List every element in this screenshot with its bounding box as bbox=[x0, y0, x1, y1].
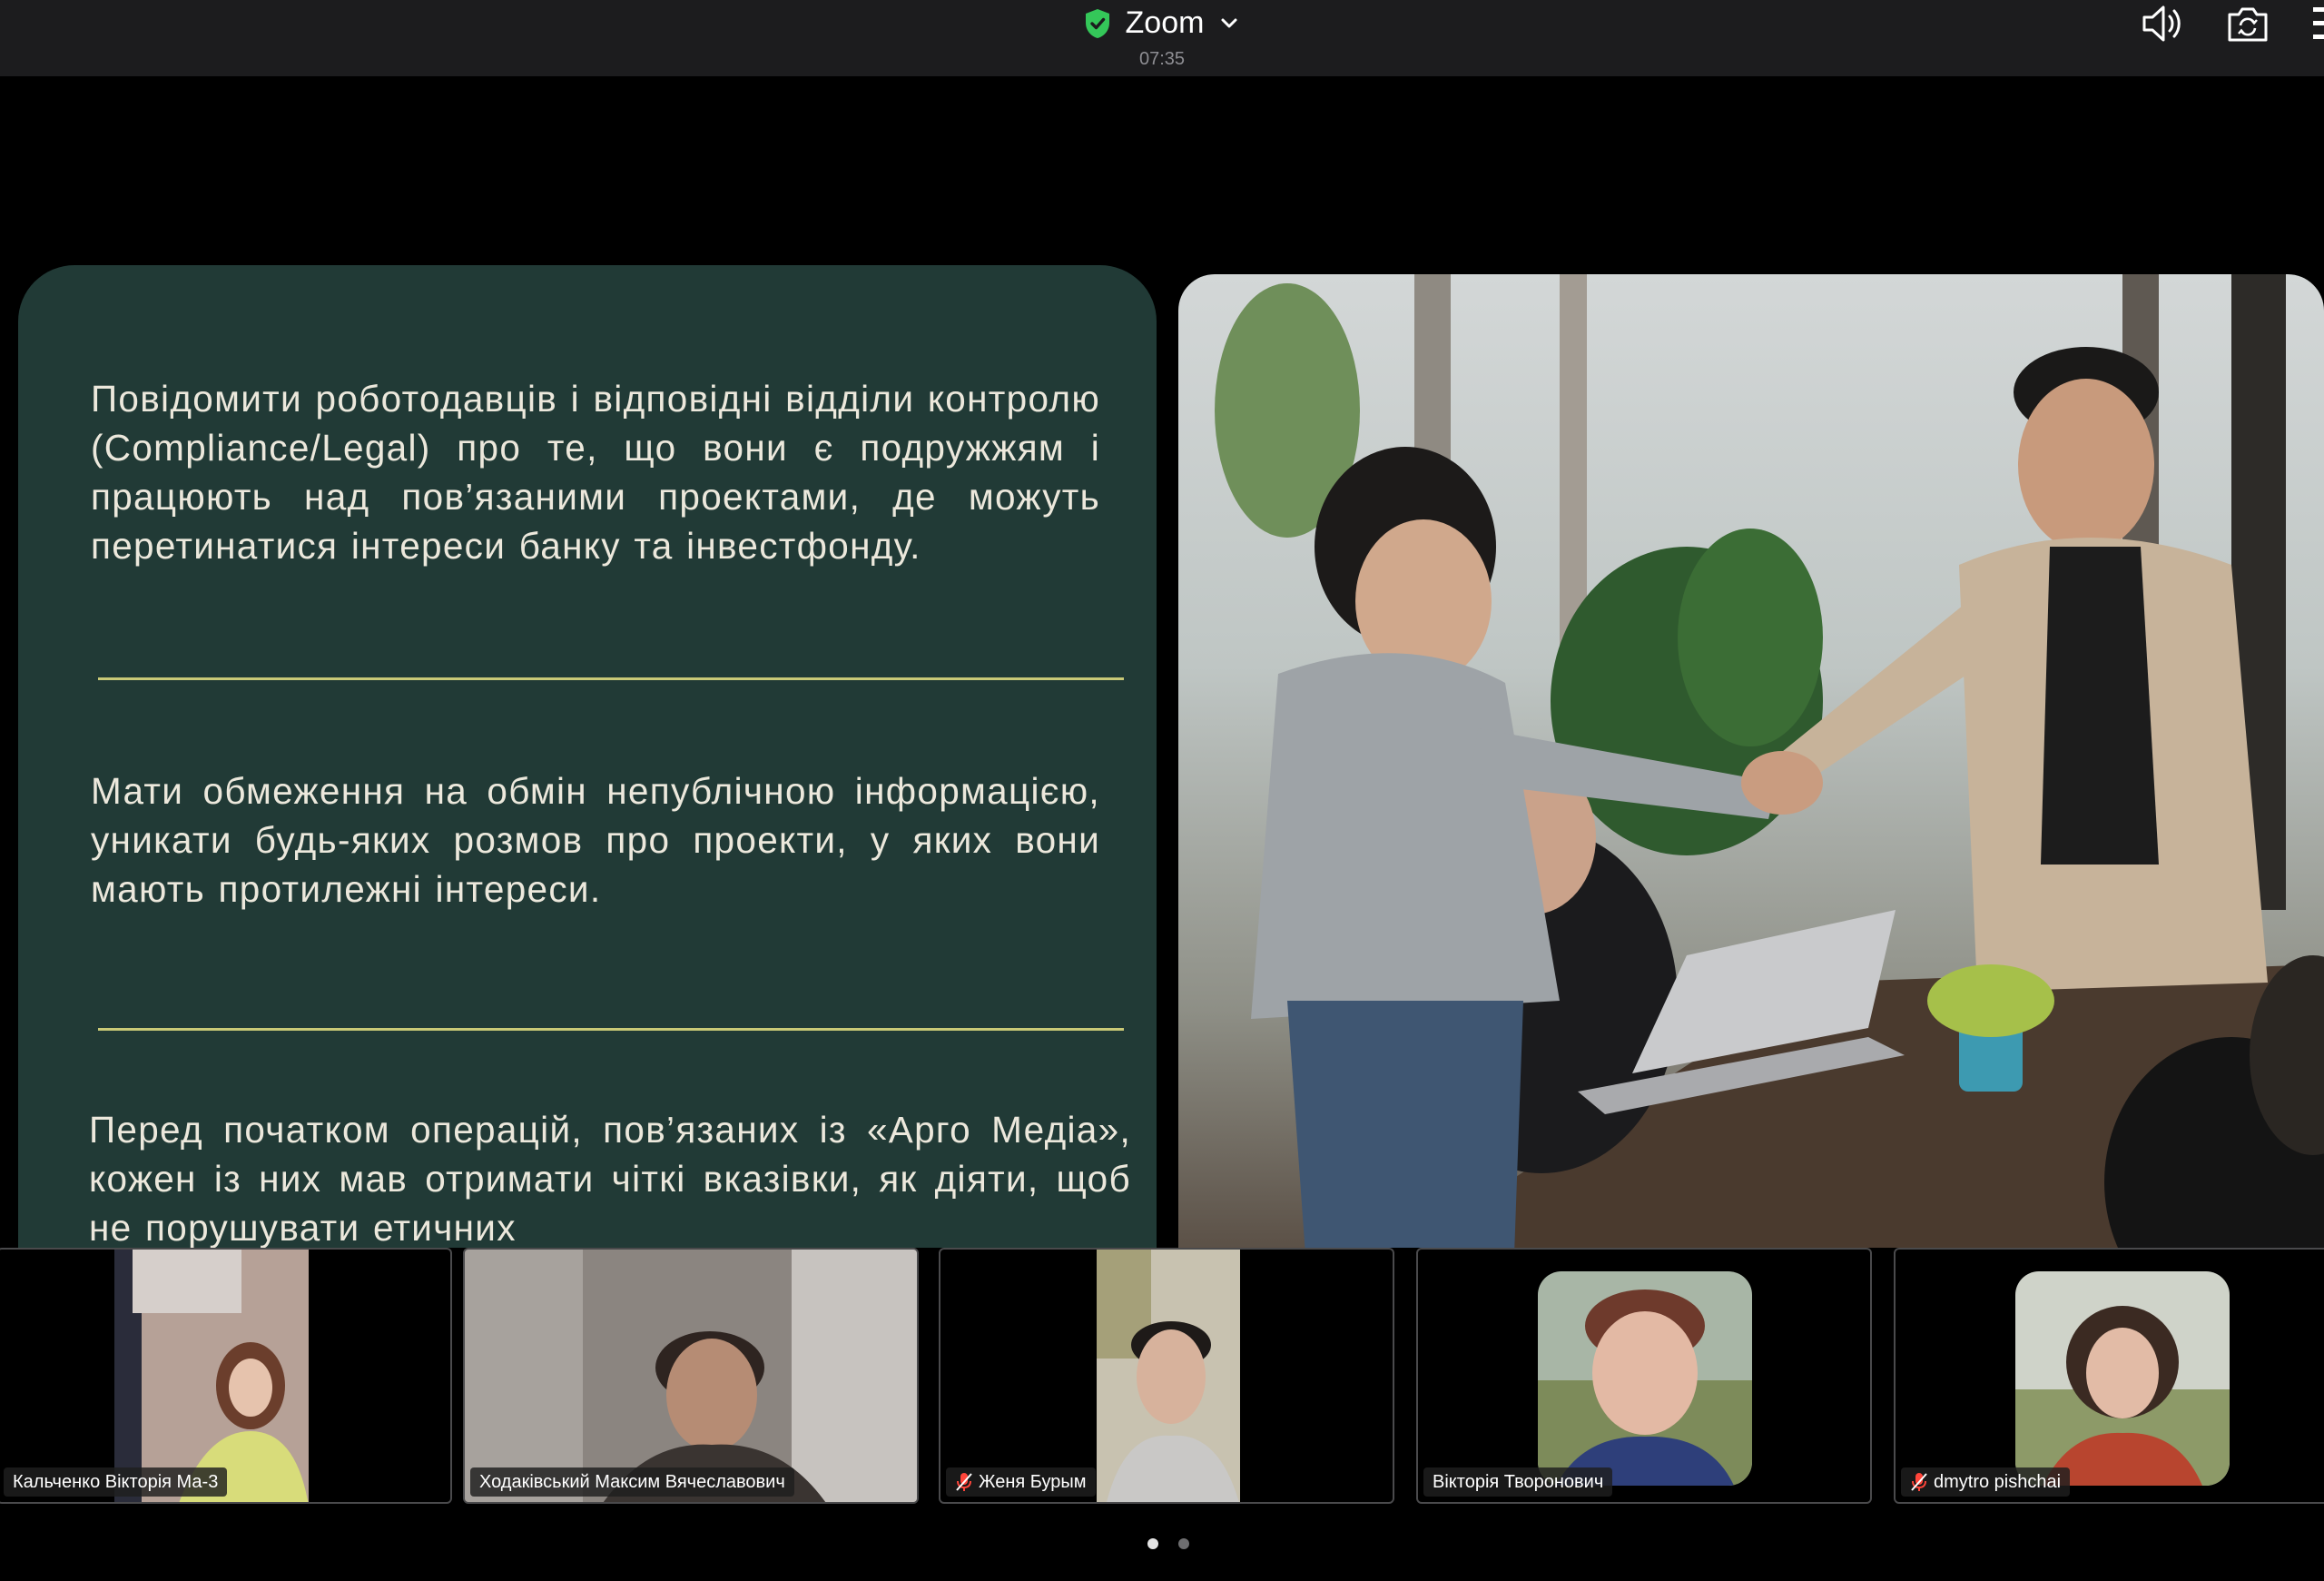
participant-name: Ходаківський Максим Вячеславович bbox=[479, 1472, 785, 1492]
speaker-icon[interactable] bbox=[2141, 4, 2182, 44]
participant-name-tag: Вікторія Творонович bbox=[1423, 1467, 1613, 1497]
page-dot-active[interactable] bbox=[1147, 1538, 1158, 1549]
meeting-title-button[interactable]: Zoom bbox=[1084, 5, 1241, 41]
shield-check-icon bbox=[1085, 8, 1109, 38]
page-dot[interactable] bbox=[1178, 1538, 1189, 1549]
participant-name: Женя Бурым bbox=[979, 1472, 1087, 1492]
slide-photo bbox=[1178, 274, 2324, 1255]
participant-name-tag: Ходаківський Максим Вячеславович bbox=[470, 1467, 794, 1497]
app-title: Zoom bbox=[1125, 5, 1205, 40]
slide-paragraph-1: Повідомити роботодавців і відповідні від… bbox=[91, 378, 1101, 567]
participant-video bbox=[465, 1250, 917, 1502]
participant-name: Кальченко Вікторія Ма-3 bbox=[13, 1472, 219, 1492]
slide-text-panel: Повідомити роботодавців і відповідні від… bbox=[18, 265, 1157, 1264]
slide-divider-2 bbox=[98, 1028, 1124, 1031]
participant-tile[interactable]: dmytro pishchai bbox=[1894, 1248, 2324, 1504]
participant-name-tag: Кальченко Вікторія Ма-3 bbox=[4, 1467, 228, 1497]
handshake-photo-illustration bbox=[1215, 274, 2324, 1255]
meeting-title-area: Zoom bbox=[0, 5, 2324, 43]
more-icon[interactable] bbox=[2311, 5, 2324, 42]
participant-tile[interactable]: Вікторія Творонович bbox=[1416, 1248, 1872, 1504]
participant-name-tag: Женя Бурым bbox=[946, 1467, 1096, 1497]
top-bar: ‹ Zoom 07:35 bbox=[0, 0, 2324, 76]
slide-paragraph-2: Мати обмеження на обмін непублічною інфо… bbox=[91, 770, 1100, 910]
participant-name: dmytro pishchai bbox=[1934, 1472, 2062, 1492]
slide-paragraph-3: Перед початком операцій, пов’язаних із «… bbox=[89, 1109, 1131, 1249]
participant-avatar-photo bbox=[1538, 1271, 1752, 1486]
participant-strip: Кальченко Вікторія Ма-3 Ходаківський Мак… bbox=[0, 1248, 2324, 1520]
participant-tile[interactable]: Кальченко Вікторія Ма-3 bbox=[0, 1248, 452, 1504]
mic-muted-icon bbox=[956, 1473, 972, 1491]
participant-tile[interactable]: Ходаківський Максим Вячеславович bbox=[463, 1248, 919, 1504]
participant-video bbox=[114, 1250, 309, 1502]
camera-switch-icon[interactable] bbox=[2226, 4, 2270, 44]
participant-video bbox=[1097, 1250, 1240, 1502]
chevron-down-icon bbox=[1221, 18, 1237, 27]
mic-muted-icon bbox=[1911, 1473, 1927, 1491]
participant-avatar-photo bbox=[2015, 1271, 2230, 1486]
participant-tile[interactable]: Женя Бурым bbox=[939, 1248, 1394, 1504]
participant-name-tag: dmytro pishchai bbox=[1901, 1467, 2071, 1497]
participant-name: Вікторія Творонович bbox=[1433, 1472, 1604, 1492]
meeting-timer: 07:35 bbox=[1138, 49, 1186, 69]
slide-divider-1 bbox=[98, 677, 1124, 680]
